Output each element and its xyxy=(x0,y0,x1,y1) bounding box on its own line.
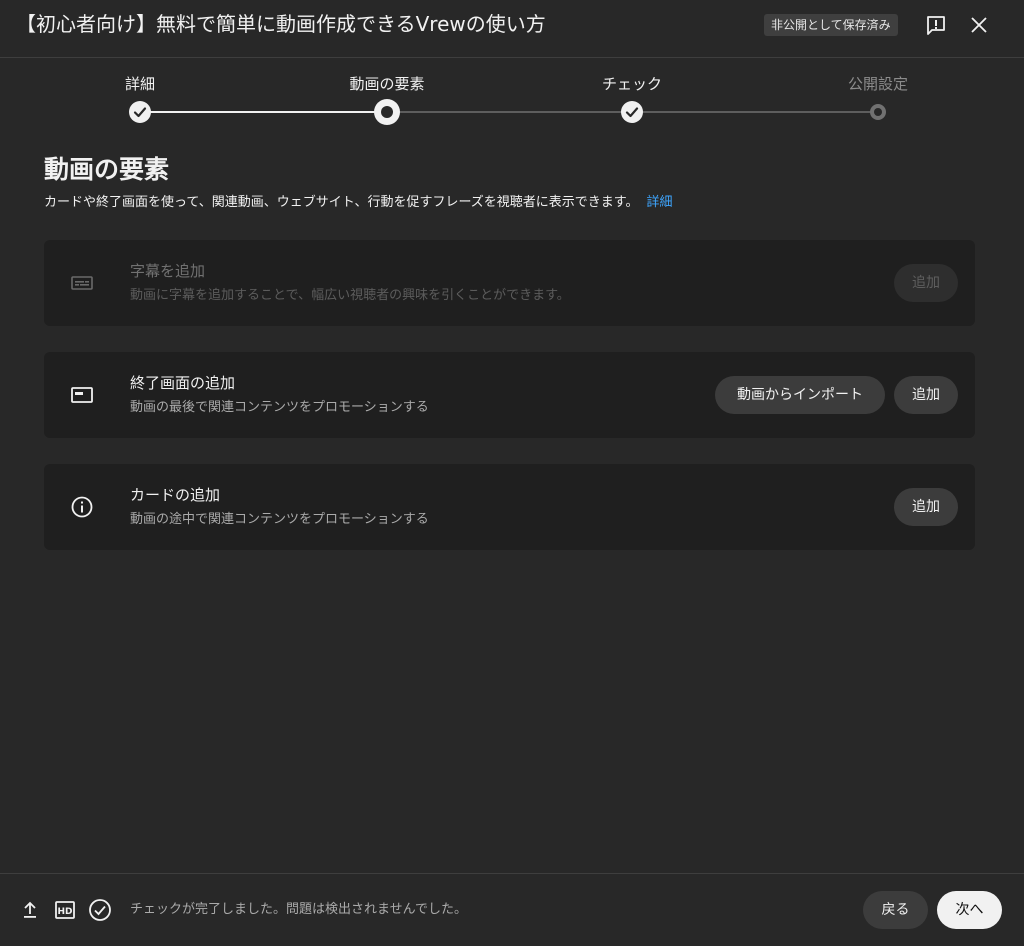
subtitles-card-title: 字幕を追加 xyxy=(130,262,206,280)
step-checks-check-icon[interactable] xyxy=(621,101,643,123)
subtitles-icon xyxy=(70,271,94,295)
add-end-screen-button[interactable]: 追加 xyxy=(894,376,958,414)
end-screen-card: 終了画面の追加 動画の最後で関連コンテンツをプロモーションする 動画からインポー… xyxy=(44,352,975,438)
learn-more-link[interactable]: 詳細 xyxy=(647,195,673,210)
page-description: カードや終了画面を使って、関連動画、ウェブサイト、行動を促すフレーズを視聴者に表… xyxy=(44,194,673,212)
add-card-button[interactable]: 追加 xyxy=(894,488,958,526)
close-button[interactable] xyxy=(965,11,993,39)
cards-card-title: カードの追加 xyxy=(130,486,221,504)
cards-card-description: 動画の途中で関連コンテンツをプロモーションする xyxy=(130,512,429,527)
end-screen-icon xyxy=(70,383,94,407)
info-icon xyxy=(70,495,94,519)
close-icon xyxy=(971,17,987,33)
step-visibility-label[interactable]: 公開設定 xyxy=(848,74,908,94)
next-button[interactable]: 次へ xyxy=(937,891,1002,929)
subtitles-card: 字幕を追加 動画に字幕を追加することで、幅広い視聴者の興味を引くことができます。… xyxy=(44,240,975,326)
svg-text:HD: HD xyxy=(57,907,72,917)
subtitles-card-description: 動画に字幕を追加することで、幅広い視聴者の興味を引くことができます。 xyxy=(130,288,570,303)
back-button[interactable]: 戻る xyxy=(863,891,928,929)
save-status-badge: 非公開として保存済み xyxy=(764,14,898,36)
progress-stepper: 詳細 動画の要素 チェック 公開設定 xyxy=(0,58,1024,138)
check-status-text: チェックが完了しました。問題は検出されませんでした。 xyxy=(130,902,467,917)
upload-icon xyxy=(18,898,42,922)
description-text: カードや終了画面を使って、関連動画、ウェブサイト、行動を促すフレーズを視聴者に表… xyxy=(44,195,639,210)
import-from-video-button[interactable]: 動画からインポート xyxy=(715,376,885,414)
step-video-elements-label[interactable]: 動画の要素 xyxy=(349,74,424,94)
step-visibility-indicator[interactable] xyxy=(870,104,886,120)
page-title: 動画の要素 xyxy=(44,155,170,184)
feedback-icon xyxy=(927,16,945,35)
step-checks-label[interactable]: チェック xyxy=(602,74,662,94)
video-title: 【初心者向け】無料で簡単に動画作成できるVrewの使い方 xyxy=(16,12,546,36)
hd-icon: HD xyxy=(53,898,77,922)
step-details-label[interactable]: 詳細 xyxy=(125,74,155,94)
end-screen-card-description: 動画の最後で関連コンテンツをプロモーションする xyxy=(130,400,429,415)
stepper-track-complete xyxy=(140,111,387,113)
dialog-header: 【初心者向け】無料で簡単に動画作成できるVrewの使い方 非公開として保存済み xyxy=(0,0,1024,58)
feedback-button[interactable] xyxy=(922,11,950,39)
end-screen-card-title: 終了画面の追加 xyxy=(130,374,236,392)
dialog-footer: HD チェックが完了しました。問題は検出されませんでした。 戻る 次へ xyxy=(0,873,1024,946)
cards-card: カードの追加 動画の途中で関連コンテンツをプロモーションする 追加 xyxy=(44,464,975,550)
add-subtitles-button[interactable]: 追加 xyxy=(894,264,958,302)
step-current-indicator[interactable] xyxy=(374,99,400,125)
check-circle-icon xyxy=(88,898,112,922)
step-details-check-icon[interactable] xyxy=(129,101,151,123)
